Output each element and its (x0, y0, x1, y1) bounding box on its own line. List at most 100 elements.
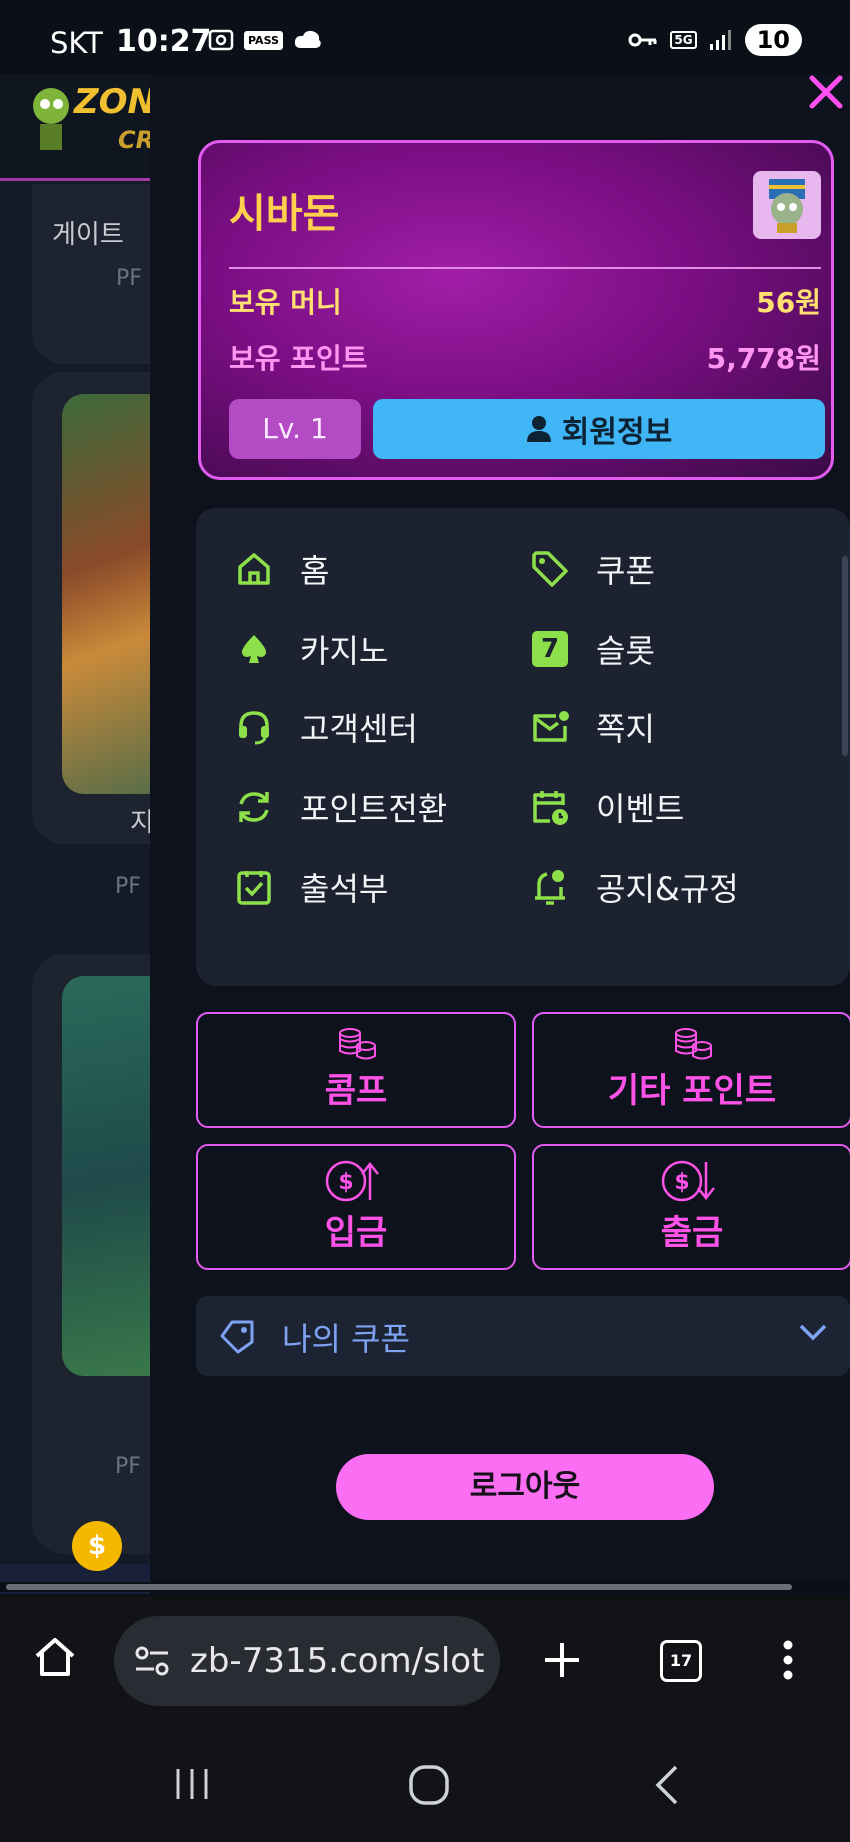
game-thumbnail[interactable] (62, 394, 150, 794)
status-bar: SKT 10:27 PASS 5G 10 (0, 0, 850, 74)
member-info-button[interactable]: 회원정보 (373, 399, 825, 459)
divider (229, 267, 821, 269)
game-provider: PF (115, 1454, 141, 1479)
menu-item-label: 이벤트 (596, 790, 685, 828)
dollar-down-icon: $ (661, 1160, 715, 1202)
battery-indicator: 10 (744, 24, 802, 56)
money-value: 56원 (756, 286, 821, 319)
menu-item-message[interactable]: 쪽지 (528, 704, 655, 750)
scrollbar-thumb[interactable] (6, 1584, 792, 1590)
url-text: zb-7315.com/slot (190, 1641, 485, 1681)
coin-icon[interactable]: $ (72, 1521, 122, 1571)
comp-label: 콤프 (324, 1071, 388, 1111)
clock: 10:27 (116, 24, 212, 59)
menu-item-label: 고객센터 (300, 710, 418, 748)
menu-item-coupon[interactable]: 쿠폰 (528, 546, 655, 592)
screenshot-icon (208, 29, 234, 51)
seven-icon: 7 (528, 627, 572, 671)
cloud-icon (294, 30, 321, 48)
checklist-icon (237, 871, 271, 905)
user-icon (526, 416, 551, 442)
pass-icon: PASS (244, 30, 283, 50)
chevron-down-icon[interactable] (798, 1322, 828, 1342)
background-page: ZON CR 게이트 PF 지 PF PF $ (0, 74, 150, 1594)
home-icon (238, 553, 270, 585)
key-icon (628, 33, 657, 47)
svg-text:$: $ (674, 1170, 689, 1195)
zombie-mascot-icon (33, 88, 69, 150)
site-logo: ZON (74, 82, 150, 122)
game-card[interactable]: 게이트 PF (32, 184, 150, 364)
carrier-label: SKT (50, 26, 103, 60)
coins-stack-icon (675, 1028, 712, 1060)
back-icon[interactable] (652, 1764, 682, 1806)
user-name: 시바돈 (229, 191, 340, 237)
menu-item-home[interactable]: 홈 (232, 546, 329, 592)
menu-item-point-exchange[interactable]: 포인트전환 (232, 784, 447, 830)
game-thumbnail[interactable] (62, 976, 150, 1376)
spade-icon (241, 635, 267, 663)
points-label: 보유 포인트 (229, 342, 368, 375)
other-points-label: 기타 포인트 (607, 1071, 777, 1111)
menu-item-support[interactable]: 고객센터 (232, 704, 418, 750)
headset-icon (239, 711, 269, 745)
site-header: ZON CR (0, 74, 150, 181)
site-logo-sub: CR (118, 126, 150, 154)
menu-panel: 홈 카지노 고객센터 포인트전환 출석부 쿠폰 7 슬롯 쪽지 이벤트 공지&규… (196, 508, 850, 986)
network-5g-icon: 5G (670, 31, 697, 49)
site-settings-icon[interactable] (134, 1644, 170, 1678)
menu-item-label: 공지&규정 (596, 870, 739, 908)
menu-item-label: 홈 (300, 552, 330, 590)
member-info-label: 회원정보 (561, 415, 673, 450)
tag-icon (220, 1320, 254, 1354)
system-navigation-bar (0, 1726, 850, 1842)
game-card[interactable]: 지 (32, 372, 150, 844)
horizontal-scrollbar[interactable] (0, 1582, 850, 1592)
pharaoh-zombie-avatar-icon (769, 179, 805, 233)
menu-item-label: 카지노 (300, 632, 389, 670)
menu-item-casino[interactable]: 카지노 (232, 626, 388, 672)
game-provider: PF (115, 874, 141, 899)
address-bar[interactable]: zb-7315.com/slot (114, 1616, 500, 1706)
menu-item-label: 포인트전환 (300, 790, 448, 828)
menu-item-label: 슬롯 (596, 632, 655, 670)
withdraw-button[interactable]: $ 출금 (532, 1144, 850, 1270)
points-row: 보유 포인트 5,778원 (229, 337, 821, 377)
tag-icon (532, 551, 568, 587)
other-points-button[interactable]: 기타 포인트 (532, 1012, 850, 1128)
level-badge: Lv. 1 (229, 399, 361, 459)
menu-item-label: 출석부 (300, 870, 389, 908)
deposit-button[interactable]: $ 입금 (196, 1144, 516, 1270)
coins-stack-icon (339, 1028, 376, 1060)
avatar[interactable] (753, 171, 821, 239)
calendar-icon (533, 791, 568, 825)
money-row: 보유 머니 56원 (229, 281, 821, 321)
tab-count-button[interactable]: 17 (660, 1640, 702, 1682)
comp-button[interactable]: 콤프 (196, 1012, 516, 1128)
more-menu-icon[interactable] (782, 1640, 794, 1680)
mail-icon (533, 711, 569, 742)
points-value: 5,778원 (706, 342, 821, 375)
new-tab-icon[interactable] (542, 1640, 582, 1680)
withdraw-label: 출금 (660, 1213, 724, 1253)
logout-button[interactable]: 로그아웃 (336, 1454, 714, 1520)
menu-item-label: 쪽지 (596, 710, 655, 748)
svg-text:$: $ (338, 1170, 353, 1195)
recent-apps-icon[interactable] (172, 1766, 212, 1802)
profile-card: 시바돈 보유 머니 56원 보유 포인트 5,778원 Lv. 1 회원정보 (198, 140, 834, 480)
drawer-scrollbar[interactable] (842, 556, 848, 756)
menu-item-attendance[interactable]: 출석부 (232, 864, 388, 910)
my-coupon-accordion[interactable]: 나의 쿠폰 (196, 1296, 850, 1376)
money-label: 보유 머니 (229, 286, 342, 319)
close-icon[interactable] (808, 74, 844, 110)
home-button-icon[interactable] (408, 1764, 450, 1806)
menu-item-notice[interactable]: 공지&규정 (528, 864, 739, 910)
deposit-label: 입금 (324, 1213, 388, 1253)
my-coupon-label: 나의 쿠폰 (282, 1320, 410, 1358)
game-provider: PF (116, 266, 142, 291)
menu-item-event[interactable]: 이벤트 (528, 784, 684, 830)
dollar-up-icon: $ (325, 1160, 379, 1202)
home-icon[interactable] (32, 1634, 78, 1680)
menu-item-slot[interactable]: 7 슬롯 (528, 626, 655, 672)
side-drawer: 시바돈 보유 머니 56원 보유 포인트 5,778원 Lv. 1 회원정보 홈… (150, 74, 850, 1594)
